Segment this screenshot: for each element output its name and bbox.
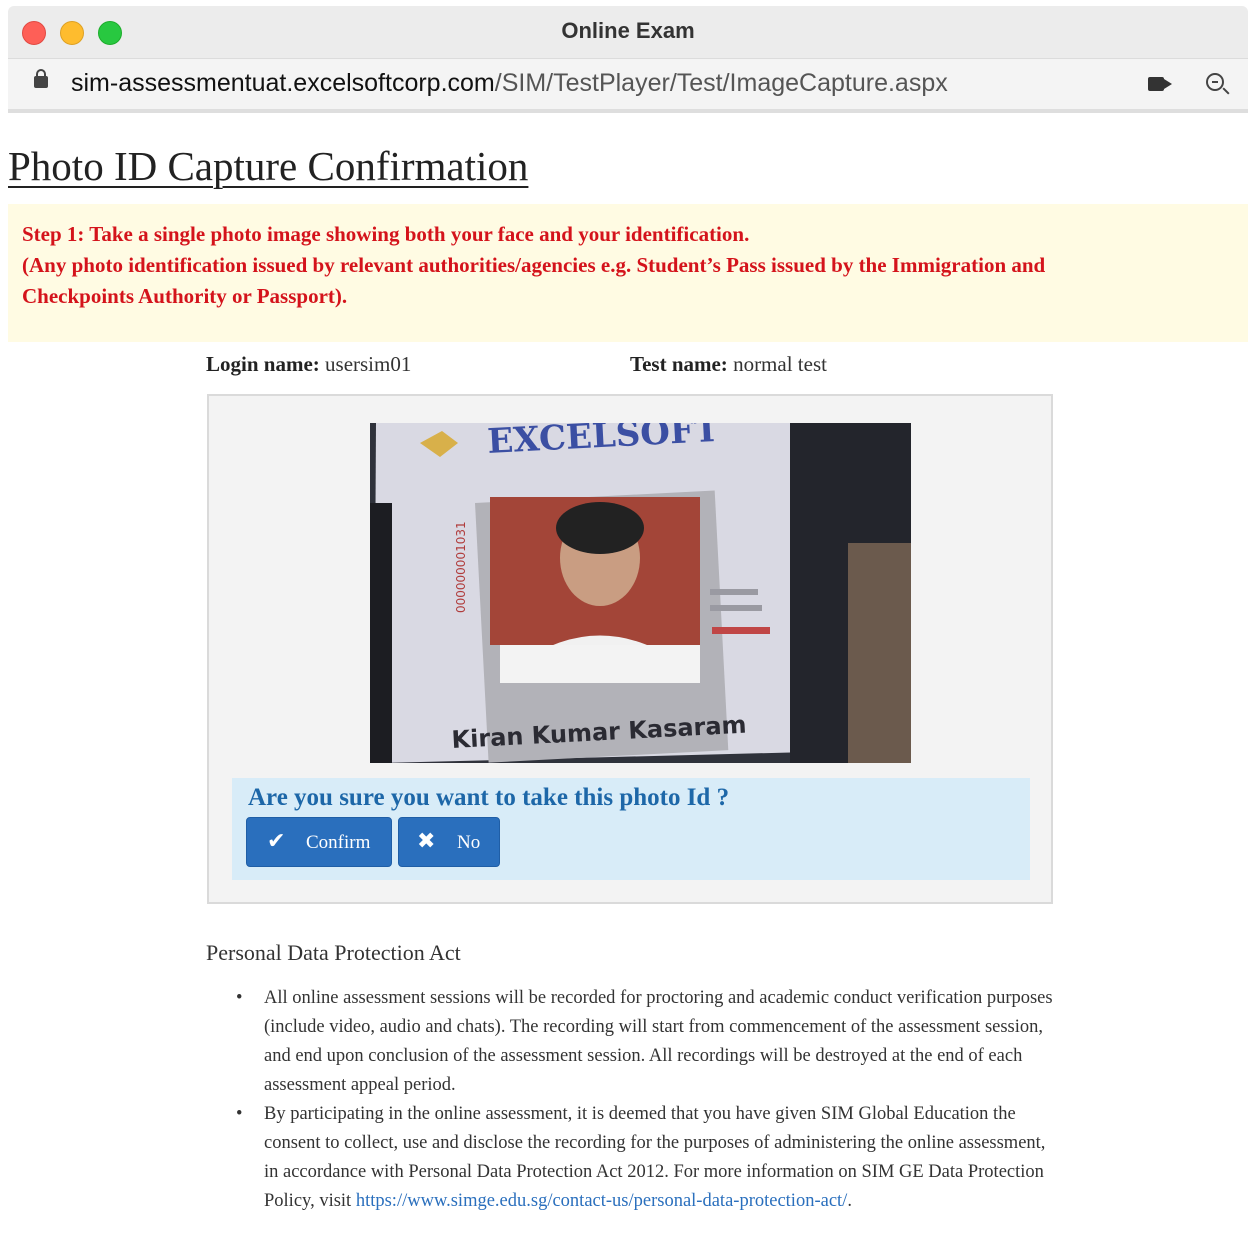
page-title: Photo ID Capture Confirmation bbox=[8, 143, 529, 189]
pdpa-link-suffix: . bbox=[847, 1191, 852, 1211]
list-item: All online assessment sessions will be r… bbox=[222, 984, 1062, 1100]
no-button[interactable]: ✖ No bbox=[398, 817, 500, 867]
no-button-label: No bbox=[457, 832, 481, 853]
check-icon: ✔ bbox=[267, 829, 286, 854]
camera-icon[interactable] bbox=[1148, 77, 1164, 91]
confirm-button-label: Confirm bbox=[306, 832, 371, 853]
id-card-photo: EXCELSOFT 000000001031 Kiran Kumar Kasar… bbox=[370, 423, 911, 763]
captured-photo: EXCELSOFT 000000001031 Kiran Kumar Kasar… bbox=[370, 423, 911, 763]
url-text[interactable]: sim-assessmentuat.excelsoftcorp.com/SIM/… bbox=[71, 69, 948, 98]
instructions-banner: Step 1: Take a single photo image showin… bbox=[8, 204, 1248, 342]
pdpa-item-text: All online assessment sessions will be r… bbox=[264, 988, 1053, 1095]
test-info: Test name: normal test bbox=[630, 352, 827, 377]
close-icon: ✖ bbox=[417, 829, 436, 854]
url-host: sim-assessmentuat.excelsoftcorp.com bbox=[71, 69, 495, 97]
login-info: Login name: usersim01 bbox=[206, 352, 411, 377]
instruction-line: Checkpoints Authority or Passport). bbox=[22, 284, 348, 308]
pdpa-heading: Personal Data Protection Act bbox=[206, 940, 461, 965]
instruction-line: (Any photo identification issued by rele… bbox=[22, 253, 1046, 277]
window-title: Online Exam bbox=[561, 18, 695, 43]
lock-icon bbox=[34, 69, 48, 88]
confirm-button[interactable]: ✔ Confirm bbox=[246, 817, 392, 867]
address-bar[interactable]: sim-assessmentuat.excelsoftcorp.com/SIM/… bbox=[8, 59, 1248, 113]
confirm-box: Are you sure you want to take this photo… bbox=[232, 778, 1030, 880]
login-label: Login name: bbox=[206, 352, 320, 376]
test-value: normal test bbox=[733, 352, 827, 376]
zoom-out-icon[interactable] bbox=[1206, 73, 1224, 91]
card-number: 000000001031 bbox=[454, 521, 468, 613]
url-path: /SIM/TestPlayer/Test/ImageCapture.aspx bbox=[494, 69, 948, 97]
browser-window: Online Exam sim-assessmentuat.excelsoftc… bbox=[8, 6, 1248, 1243]
capture-panel: EXCELSOFT 000000001031 Kiran Kumar Kasar… bbox=[207, 394, 1053, 904]
title-bar: Online Exam bbox=[8, 6, 1248, 59]
list-item: By participating in the online assessmen… bbox=[222, 1100, 1062, 1216]
login-value: usersim01 bbox=[325, 352, 412, 376]
instruction-line: Step 1: Take a single photo image showin… bbox=[22, 222, 750, 246]
confirm-question: Are you sure you want to take this photo… bbox=[248, 784, 730, 811]
pdpa-policy-link[interactable]: https://www.simge.edu.sg/contact-us/pers… bbox=[356, 1191, 847, 1211]
pdpa-list: All online assessment sessions will be r… bbox=[222, 984, 1062, 1216]
test-label: Test name: bbox=[630, 352, 728, 376]
